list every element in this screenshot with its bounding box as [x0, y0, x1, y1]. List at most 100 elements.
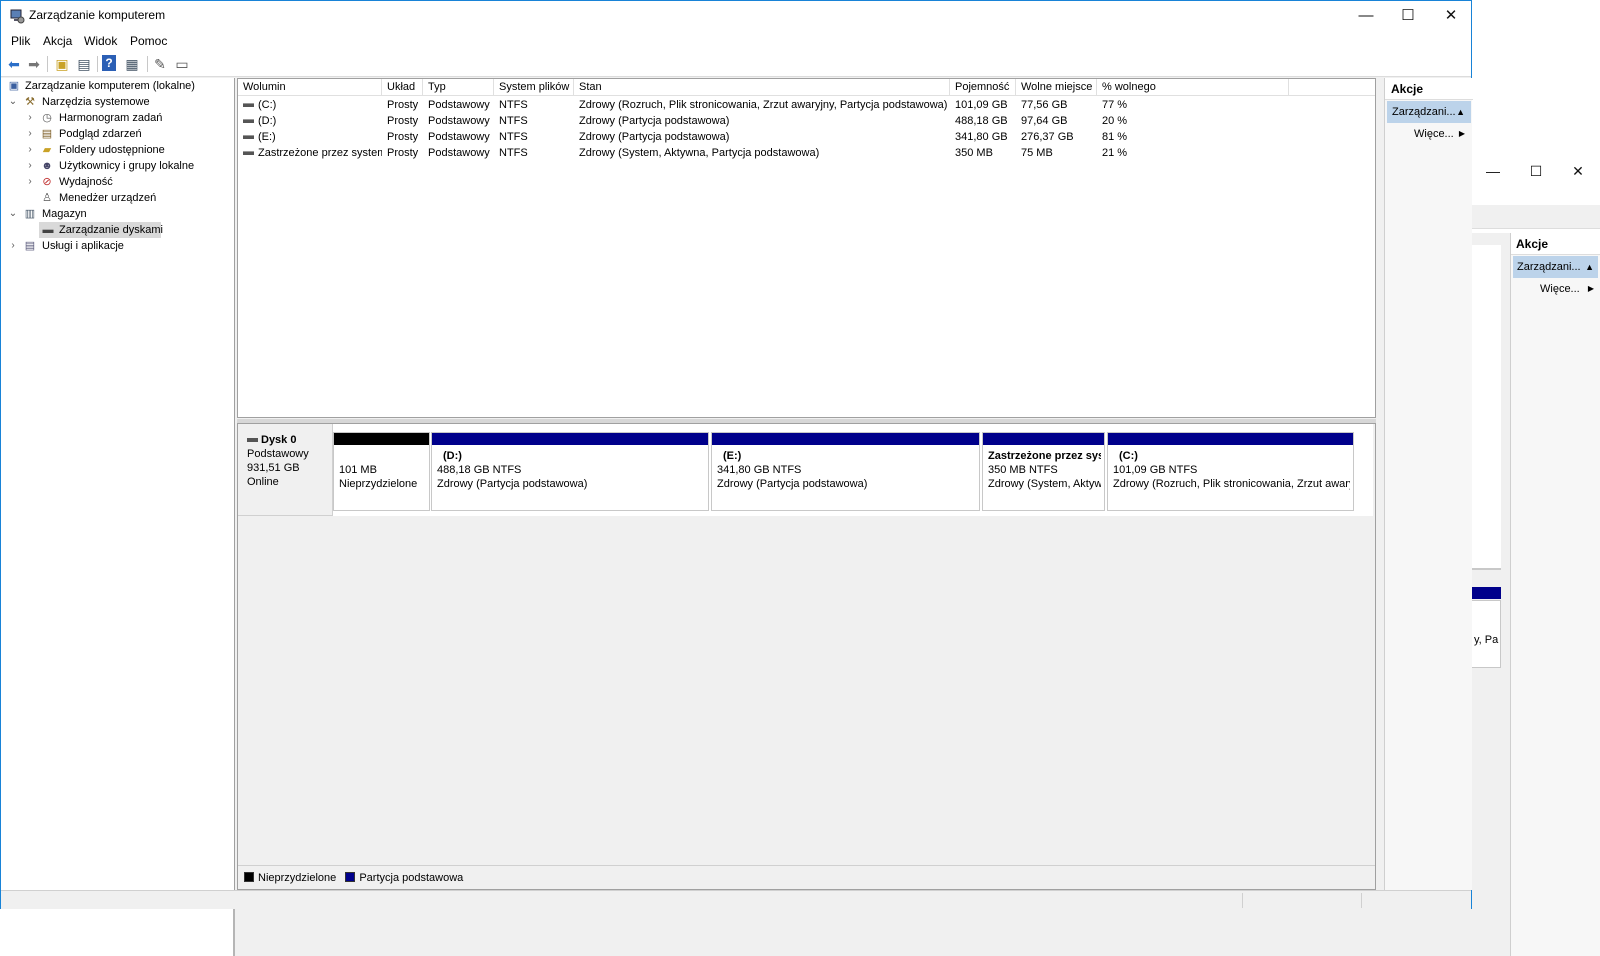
menu-action[interactable]: Akcja — [43, 34, 72, 48]
column-header-filesystem[interactable]: System plików — [494, 79, 574, 96]
tree-item-system-tools[interactable]: ⌄ ⚒ Narzędzia systemowe — [1, 94, 233, 110]
menu-view[interactable]: Widok — [84, 34, 117, 48]
table-row[interactable]: (E:) Prosty Podstawowy NTFS Zdrowy (Part… — [238, 129, 1375, 145]
partition-size: 101 MB — [339, 464, 377, 476]
volume-name: (C:) — [258, 99, 277, 111]
cell-filesystem: NTFS — [499, 147, 528, 159]
chevron-down-icon[interactable]: ⌄ — [8, 94, 18, 110]
help-icon[interactable]: ? — [102, 55, 116, 71]
bg-minimize-button[interactable]: — — [1473, 160, 1513, 182]
table-row[interactable]: (C:) Prosty Podstawowy NTFS Zdrowy (Rozr… — [238, 97, 1375, 113]
tree-item-label: Użytkownicy i grupy lokalne — [59, 160, 195, 172]
bg-partition-text: y, Pa — [1474, 634, 1499, 646]
tree-item-storage[interactable]: ⌄ ▥ Magazyn — [1, 206, 233, 222]
partition-body: Zastrzeżone przez sys 350 MB NTFS Zdrowy… — [988, 449, 1101, 491]
volume-icon — [243, 119, 254, 124]
bg-actions-section[interactable]: Zarządzani... ▲ — [1513, 256, 1598, 278]
list-view-icon[interactable]: ▭ — [173, 55, 191, 73]
tree-item-device-manager[interactable]: ♙ Menedżer urządzeń — [1, 190, 233, 206]
bg-close-button[interactable]: ✕ — [1558, 160, 1598, 182]
legend-swatch-primary — [345, 872, 356, 882]
volume-icon — [243, 135, 254, 140]
table-row[interactable]: (D:) Prosty Podstawowy NTFS Zdrowy (Part… — [238, 113, 1375, 129]
event-viewer-icon: ▤ — [41, 128, 53, 140]
performance-icon: ⊘ — [42, 176, 52, 188]
back-arrow-icon[interactable]: ⬅ — [5, 55, 23, 73]
tree-item-label: Menedżer urządzeń — [59, 192, 157, 204]
tree-root[interactable]: ▣ Zarządzanie komputerem (lokalne) — [1, 78, 233, 94]
title-bar[interactable]: Zarządzanie komputerem — ☐ ✕ — [1, 1, 1471, 31]
chevron-down-icon[interactable]: ⌄ — [8, 206, 18, 222]
close-button[interactable]: ✕ — [1428, 1, 1474, 31]
tree-item-local-users[interactable]: › ☻ Użytkownicy i grupy lokalne — [1, 158, 233, 174]
disk-info[interactable]: Dysk 0 Podstawowy 931,51 GB Online — [238, 424, 333, 516]
column-header-capacity[interactable]: Pojemność — [950, 79, 1016, 96]
maximize-button[interactable]: ☐ — [1385, 1, 1431, 31]
chevron-right-icon[interactable]: › — [25, 110, 35, 126]
volume-table: Wolumin Układ Typ System plików Stan Poj… — [237, 78, 1376, 418]
tree-item-disk-management[interactable]: ▬ Zarządzanie dyskami — [39, 222, 163, 238]
column-header-volume[interactable]: Wolumin — [238, 79, 382, 96]
tree-item-label: Usługi i aplikacje — [42, 240, 124, 252]
main-pane: Wolumin Układ Typ System plików Stan Poj… — [237, 78, 1379, 890]
bg-actions-more[interactable]: Więce... ▶ — [1513, 279, 1598, 299]
partition-body: (E:) 341,80 GB NTFS Zdrowy (Partycja pod… — [717, 449, 976, 491]
partition-status: Nieprzydzielone — [339, 478, 418, 490]
tree-item-event-viewer[interactable]: › ▤ Podgląd zdarzeń — [1, 126, 233, 142]
column-header-free-space[interactable]: Wolne miejsce — [1016, 79, 1097, 96]
forward-arrow-icon[interactable]: ➡ — [25, 55, 43, 73]
partition-system-reserved[interactable]: Zastrzeżone przez sys 350 MB NTFS Zdrowy… — [982, 432, 1105, 511]
partition-c[interactable]: (C:) 101,09 GB NTFS Zdrowy (Rozruch, Pli… — [1107, 432, 1354, 511]
column-header-percent-free[interactable]: % wolnego — [1097, 79, 1289, 96]
column-header-type[interactable]: Typ — [423, 79, 494, 96]
bg-partition-block[interactable]: y, Pa — [1471, 600, 1501, 668]
tree-item-services[interactable]: › ▤ Usługi i aplikacje — [1, 238, 233, 254]
status-separator — [1242, 893, 1243, 908]
tree-item-task-scheduler[interactable]: › ◷ Harmonogram zadań — [1, 110, 233, 126]
device-manager-icon: ♙ — [42, 192, 52, 204]
volume-icon — [243, 151, 254, 156]
tree-item-performance[interactable]: › ⊘ Wydajność — [1, 174, 233, 190]
disk-type: Podstawowy — [247, 448, 309, 460]
tree-item-shared-folders[interactable]: › ▰ Foldery udostępnione — [1, 142, 233, 158]
cell-percent-free: 77 % — [1102, 99, 1128, 111]
up-folder-icon[interactable]: ▣ — [53, 55, 71, 73]
submenu-arrow-icon: ▶ — [1458, 129, 1465, 138]
cell-layout: Prosty — [387, 131, 419, 143]
minimize-button[interactable]: — — [1343, 1, 1389, 31]
chevron-right-icon[interactable]: › — [8, 238, 18, 254]
cell-type: Podstawowy — [428, 115, 490, 127]
actions-section[interactable]: Zarządzani... ▲ — [1387, 101, 1471, 123]
show-tree-icon[interactable]: ▤ — [75, 55, 93, 73]
actions-more[interactable]: Więce... ▶ — [1387, 124, 1471, 144]
legend: Nieprzydzielone Partycja podstawowa — [238, 865, 1375, 889]
tree-item-label: Harmonogram zadań — [59, 112, 163, 124]
table-row[interactable]: Zastrzeżone przez system Prosty Podstawo… — [238, 145, 1375, 161]
partition-title: Zastrzeżone przez sys — [988, 450, 1101, 462]
properties-icon[interactable]: ▦ — [123, 55, 141, 73]
bg-maximize-button[interactable]: ☐ — [1516, 160, 1556, 182]
partition-title — [339, 449, 426, 463]
partition-e[interactable]: (E:) 341,80 GB NTFS Zdrowy (Partycja pod… — [711, 432, 980, 511]
cell-volume: (C:) — [238, 97, 382, 113]
chevron-right-icon[interactable]: › — [25, 126, 35, 142]
column-header-status[interactable]: Stan — [574, 79, 950, 96]
chevron-right-icon[interactable]: › — [25, 158, 35, 174]
partition-body: (C:) 101,09 GB NTFS Zdrowy (Rozruch, Pli… — [1113, 449, 1350, 491]
chevron-right-icon[interactable]: › — [25, 142, 35, 158]
disk-name: Dysk 0 — [261, 434, 297, 446]
tree-item-label: Wydajność — [59, 176, 113, 188]
connect-icon[interactable]: ✎ — [151, 55, 169, 73]
menu-file[interactable]: Plik — [11, 34, 30, 48]
cell-free-space: 97,64 GB — [1021, 115, 1068, 127]
partition-unallocated[interactable]: 101 MB Nieprzydzielone — [333, 432, 430, 511]
cell-percent-free: 20 % — [1102, 115, 1128, 127]
cell-type: Podstawowy — [428, 99, 490, 111]
volume-name: Zastrzeżone przez system — [258, 147, 382, 159]
chevron-right-icon[interactable]: › — [25, 174, 35, 190]
column-header-layout[interactable]: Układ — [382, 79, 423, 96]
menu-bar: Plik Akcja Widok Pomoc — [1, 31, 1471, 51]
menu-help[interactable]: Pomoc — [130, 34, 167, 48]
partition-color-bar — [334, 433, 429, 445]
partition-d[interactable]: (D:) 488,18 GB NTFS Zdrowy (Partycja pod… — [431, 432, 709, 511]
